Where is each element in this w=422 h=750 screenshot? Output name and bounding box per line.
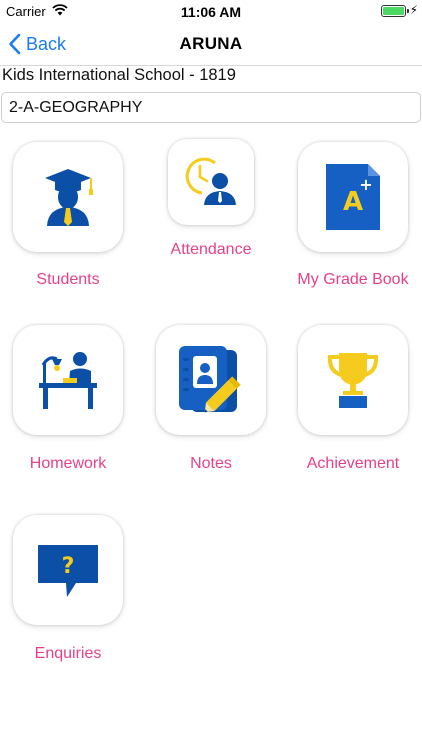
navigation-bar: Back ARUNA <box>0 22 422 66</box>
status-bar: Carrier 11:06 AM ⚡ <box>0 0 422 22</box>
grade-book-label[interactable]: My Grade Book <box>288 271 418 289</box>
homework-desk-icon <box>39 352 97 409</box>
notes-label[interactable]: Notes <box>156 455 266 473</box>
grade-book-icon: A + <box>326 164 380 230</box>
achievement-tile[interactable] <box>298 325 408 435</box>
grade-book-tile[interactable]: A + <box>298 142 408 252</box>
attendance-tile[interactable] <box>168 139 254 225</box>
charging-bolt-icon: ⚡ <box>409 3 418 17</box>
svg-text:+: + <box>359 175 372 194</box>
svg-text:?: ? <box>62 554 75 579</box>
students-tile[interactable] <box>13 142 123 252</box>
attendance-label[interactable]: Attendance <box>156 241 266 259</box>
notes-tile[interactable] <box>156 325 266 435</box>
enquiries-tile[interactable]: ? <box>13 515 123 625</box>
enquiries-label[interactable]: Enquiries <box>13 645 123 663</box>
achievement-label[interactable]: Achievement <box>288 455 418 473</box>
trophy-icon <box>327 353 379 408</box>
school-name: Kids International School - 1819 <box>2 66 236 84</box>
question-bubble-icon: ? <box>38 545 98 597</box>
battery-icon <box>381 5 406 17</box>
status-time: 11:06 AM <box>180 4 242 20</box>
attendance-clock-icon <box>185 157 236 205</box>
notes-pencil-icon <box>179 346 241 413</box>
student-graduate-icon <box>45 169 93 226</box>
class-selector-field[interactable]: 2-A-GEOGRAPHY <box>1 92 421 123</box>
homework-label[interactable]: Homework <box>13 455 123 473</box>
page-title: ARUNA <box>179 34 243 53</box>
students-label[interactable]: Students <box>13 271 123 289</box>
homework-tile[interactable] <box>13 325 123 435</box>
